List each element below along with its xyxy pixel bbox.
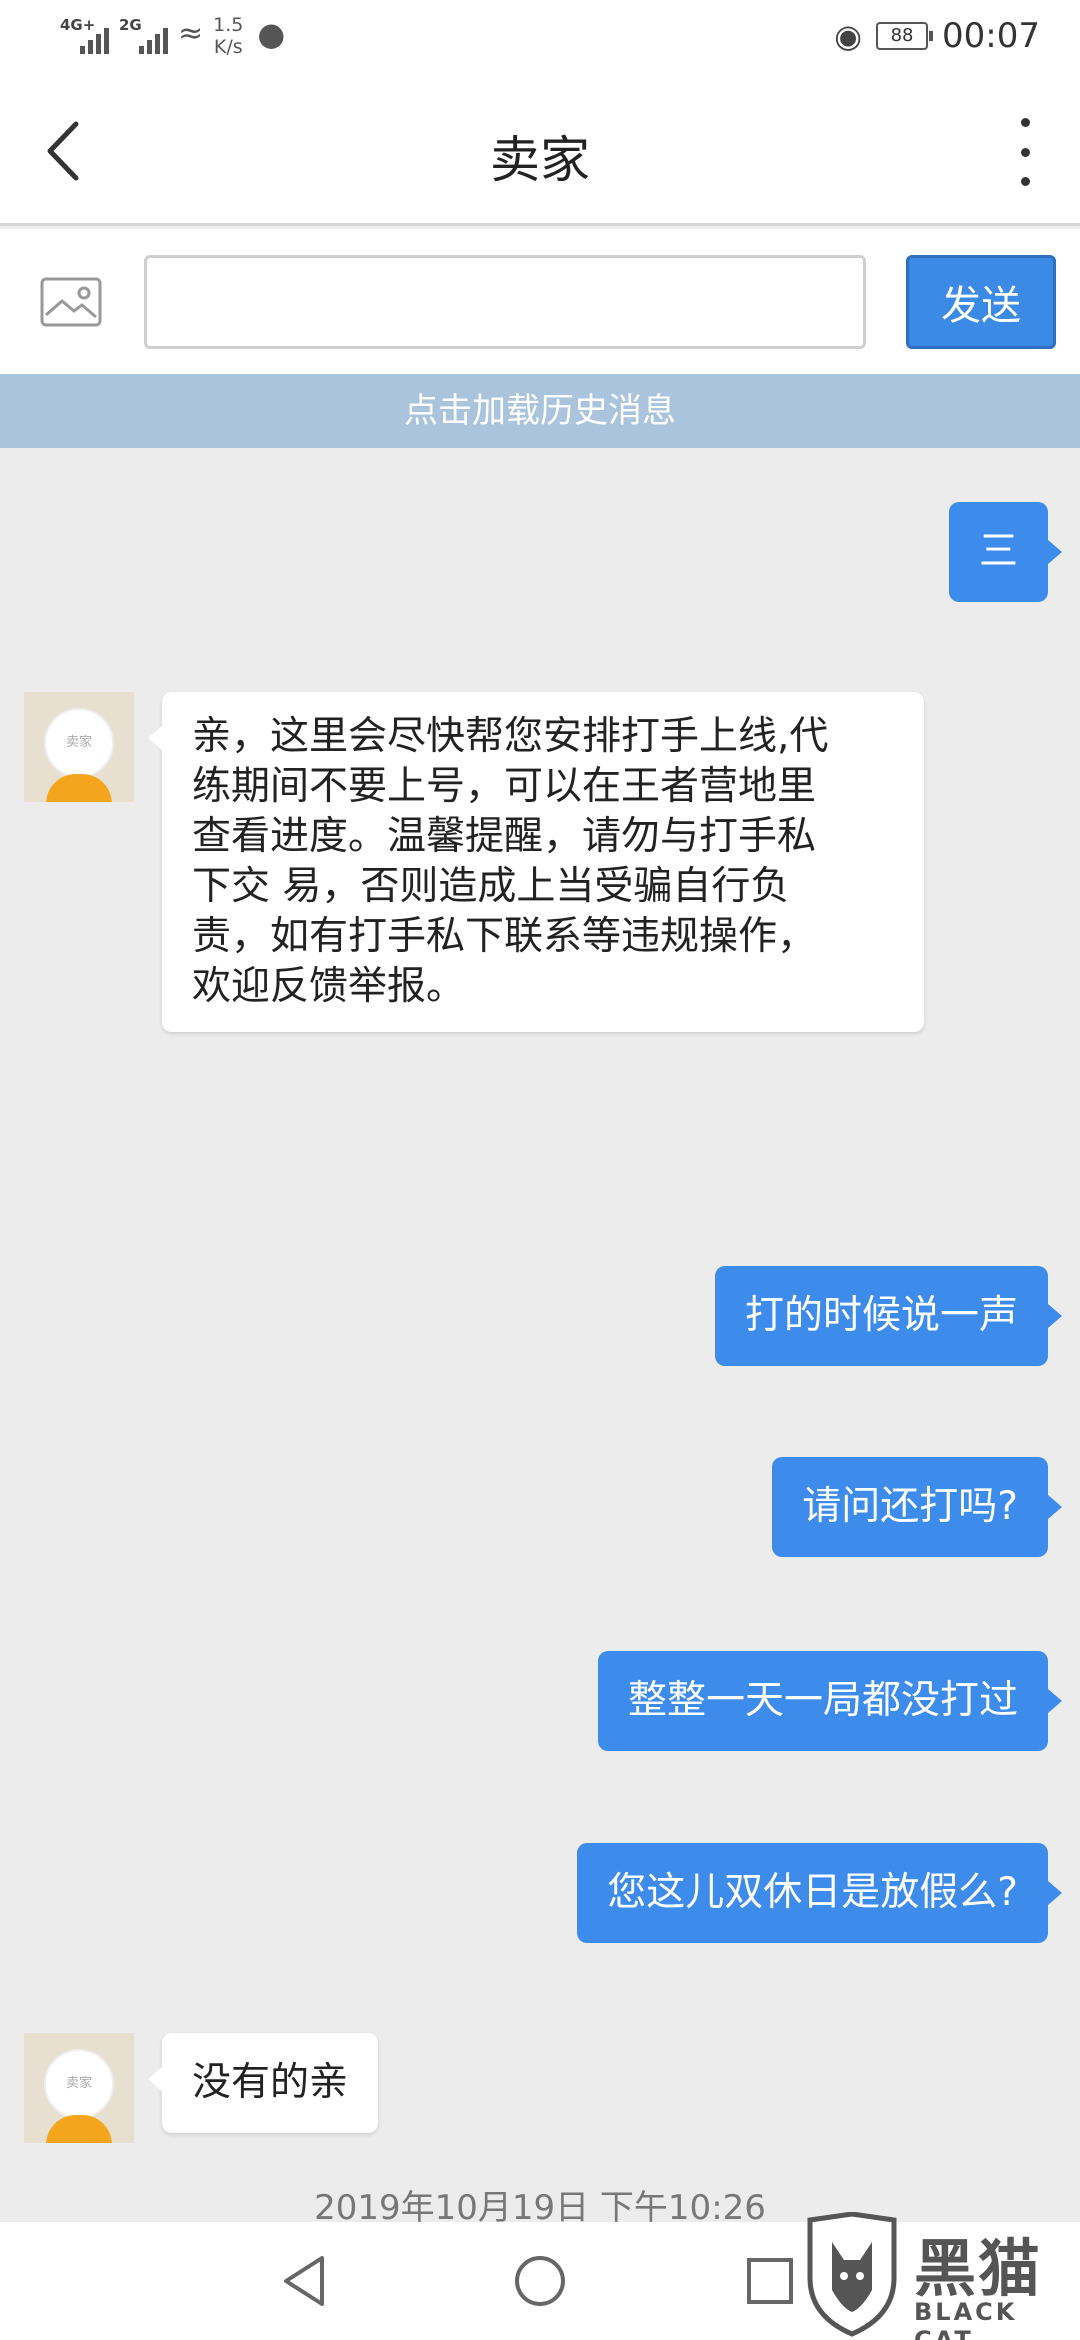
circle-home-icon[interactable] (505, 2246, 575, 2316)
status-left: 4G+ 2G ≈ 1.5 K/s ● (60, 14, 285, 58)
speed-value: 1.5 (213, 14, 244, 36)
triangle-back-icon[interactable] (270, 2246, 340, 2316)
network-type-2: 2G (119, 16, 142, 34)
battery-icon: 88 (876, 22, 934, 50)
outgoing-message[interactable]: 您这儿双休日是放假么? (577, 1843, 1062, 1943)
black-cat-shield-icon (807, 2212, 897, 2337)
message-icon: ● (257, 15, 286, 53)
more-vertical-icon[interactable] (1010, 112, 1040, 192)
avatar-label: 卖家 (44, 708, 114, 778)
outgoing-message[interactable]: 三 (948, 502, 1063, 602)
chat-header: 卖家 (0, 76, 1080, 226)
avatar-label: 卖家 (44, 2049, 114, 2119)
outgoing-message[interactable]: 整整一天一局都没打过 (597, 1651, 1063, 1751)
signal-icon: 4G+ (60, 14, 109, 54)
clock: 00:07 (942, 16, 1040, 56)
network-speed: 1.5 K/s (213, 14, 243, 58)
message-line: 欢迎反馈举报。 (192, 964, 466, 1009)
message-line: 下交 易，否则造成上当受骗自行负 (192, 864, 790, 909)
signal-icon-2: 2G (119, 14, 168, 54)
outgoing-message[interactable]: 请问还打吗? (772, 1457, 1062, 1557)
wifi-icon: ≈ (178, 16, 204, 51)
eye-icon: ◉ (834, 17, 863, 55)
speed-unit: K/s (213, 36, 243, 58)
message-line: 亲，这里会尽快帮您安排打手上线,代 (192, 714, 829, 759)
send-button[interactable]: 发送 (906, 255, 1056, 349)
network-type-1: 4G+ (60, 16, 96, 34)
composer-bar: 发送 (0, 229, 1080, 374)
message-line: 练期间不要上号，可以在王者营地里 (192, 764, 817, 809)
load-history-button[interactable]: 点击加载历史消息 (0, 374, 1080, 448)
watermark-title: 黑猫 (914, 2232, 1043, 2305)
square-recent-icon[interactable] (735, 2246, 805, 2316)
avatar[interactable]: 卖家 (24, 692, 134, 802)
watermark-subtitle: BLACK CAT (914, 2298, 1018, 2340)
message-input[interactable] (144, 255, 866, 349)
incoming-message[interactable]: 亲，这里会尽快帮您安排打手上线,代 练期间不要上号，可以在王者营地里 查看进度。… (148, 692, 924, 1032)
status-right: ◉ 88 00:07 (834, 16, 1040, 56)
incoming-message[interactable]: 没有的亲 (147, 2033, 379, 2133)
outgoing-message[interactable]: 打的时候说一声 (714, 1266, 1063, 1366)
page-title: 卖家 (490, 131, 590, 189)
message-line: 查看进度。温馨提醒，请勿与打手私 (192, 814, 817, 859)
watermark-logo: 黑猫 BLACK CAT (802, 2212, 1072, 2340)
message-line: 责，如有打手私下联系等违规操作， (192, 914, 817, 959)
status-bar: 4G+ 2G ≈ 1.5 K/s ● ◉ 88 00:07 (0, 0, 1080, 76)
image-icon[interactable] (40, 277, 102, 327)
avatar[interactable]: 卖家 (24, 2033, 134, 2143)
